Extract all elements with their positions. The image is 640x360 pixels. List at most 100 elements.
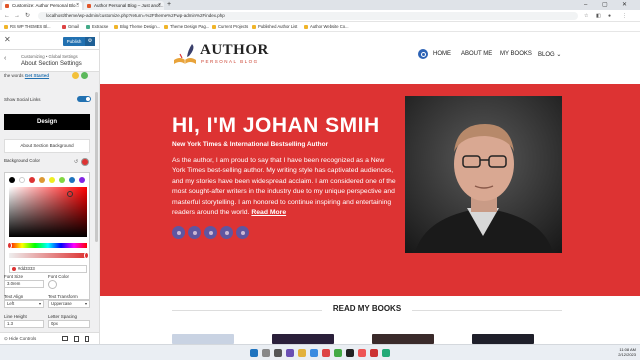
app-icon[interactable]: [370, 349, 378, 357]
bookmark-item[interactable]: Extracse: [86, 22, 108, 32]
swatch-yellow[interactable]: [49, 177, 55, 183]
search-icon[interactable]: [262, 349, 270, 357]
social-facebook-icon[interactable]: [172, 226, 185, 239]
tab-customize[interactable]: Customize: Author Personal Blo... ×: [2, 1, 82, 10]
book-cover[interactable]: [472, 334, 534, 344]
font-size-input[interactable]: 3.0rem: [4, 280, 44, 288]
task-view-icon[interactable]: [274, 349, 282, 357]
edge-icon[interactable]: [310, 349, 318, 357]
mobile-preview-icon[interactable]: [85, 336, 89, 342]
swatch-purple[interactable]: [79, 177, 85, 183]
background-color-label: Background Color: [4, 158, 41, 163]
swatch-orange[interactable]: [39, 177, 45, 183]
app-icon[interactable]: [322, 349, 330, 357]
emoji-icon: [72, 72, 79, 79]
bookmark-item[interactable]: Current Projects: [212, 22, 248, 32]
book-cover[interactable]: [372, 334, 434, 344]
back-arrow-icon[interactable]: ←: [4, 11, 10, 21]
star-icon[interactable]: ☆: [584, 12, 588, 20]
saturation-field[interactable]: [9, 187, 87, 237]
saturation-handle[interactable]: [67, 191, 73, 197]
book-cover[interactable]: [172, 334, 234, 344]
book-cover[interactable]: [272, 334, 334, 344]
system-clock[interactable]: 11:08 AM 2/12/2023: [602, 347, 636, 357]
chevron-down-icon: ⌄: [556, 52, 562, 58]
desktop-preview-icon[interactable]: [62, 336, 68, 341]
social-instagram-icon[interactable]: [220, 226, 233, 239]
swatch-red[interactable]: [29, 177, 35, 183]
text-align-select[interactable]: Left ▾: [4, 300, 44, 308]
teams-icon[interactable]: [286, 349, 294, 357]
nav-my-books[interactable]: MY BOOKS: [500, 51, 532, 57]
tablet-preview-icon[interactable]: [74, 336, 79, 342]
social-twitter-icon[interactable]: [188, 226, 201, 239]
panel-scrollbar[interactable]: [95, 92, 98, 242]
gear-icon[interactable]: ⚙: [85, 37, 95, 46]
reload-icon[interactable]: ↻: [25, 11, 30, 21]
nav-blog[interactable]: BLOG ⌄: [538, 51, 561, 58]
line-height-input[interactable]: 1.3: [4, 320, 44, 328]
chrome-icon[interactable]: [334, 349, 342, 357]
site-logo-title[interactable]: AUTHOR: [200, 42, 269, 59]
search-icon[interactable]: [418, 49, 428, 59]
new-tab-button[interactable]: +: [167, 0, 171, 10]
font-color-swatch[interactable]: [48, 280, 57, 289]
close-window-icon[interactable]: ✕: [622, 0, 627, 10]
bookmark-item[interactable]: Theme Design Pag...: [164, 22, 209, 32]
hue-slider[interactable]: [9, 243, 87, 248]
forward-arrow-icon[interactable]: →: [14, 11, 20, 21]
swatch-white[interactable]: [19, 177, 25, 183]
maximize-icon[interactable]: ▢: [602, 0, 608, 10]
bookmark-item[interactable]: Blog Theme Design...: [114, 22, 160, 32]
opacity-slider-handle[interactable]: [84, 252, 89, 259]
text-transform-select[interactable]: Uppercase ▾: [48, 300, 90, 308]
current-color-swatch[interactable]: [81, 158, 89, 166]
extensions-icon[interactable]: ◧: [596, 12, 601, 20]
about-section-background-heading: About Section Background: [4, 139, 90, 153]
bookmark-item[interactable]: Author Website Co...: [304, 22, 349, 32]
emoji-icon: [81, 72, 88, 79]
url-input[interactable]: localhost/theme/wp-admin/customize.php?r…: [38, 12, 578, 20]
opacity-slider[interactable]: [9, 253, 87, 258]
bookmark-item[interactable]: RS WP THEMES Bl...: [4, 22, 51, 32]
hero-title: HI, I'M JOHAN SMIH: [172, 114, 380, 137]
app-icon[interactable]: [382, 349, 390, 357]
social-youtube-icon[interactable]: [236, 226, 249, 239]
read-more-link[interactable]: Read More: [251, 209, 286, 216]
about-hero-section: HI, I'M JOHAN SMIH New York Times & Inte…: [100, 84, 640, 296]
app-icon[interactable]: [346, 349, 354, 357]
swatch-green[interactable]: [59, 177, 65, 183]
hex-color-input[interactable]: #dd3333: [9, 265, 87, 273]
hue-slider-handle[interactable]: [7, 242, 12, 249]
menu-dots-icon[interactable]: ⋮: [622, 12, 627, 20]
hide-controls-button[interactable]: ⊙ Hide Controls: [4, 334, 36, 344]
profile-icon[interactable]: ●: [608, 12, 611, 20]
line-height-label: Line Height: [4, 314, 27, 319]
tab-author-blog[interactable]: Author Personal Blog – Just anot... ×: [84, 1, 164, 10]
reset-icon[interactable]: ↺: [74, 159, 78, 165]
swatch-black[interactable]: [9, 177, 15, 183]
publish-button[interactable]: Publish: [63, 37, 85, 46]
back-chevron-icon[interactable]: ‹: [4, 55, 6, 62]
social-linkedin-icon[interactable]: [204, 226, 217, 239]
start-icon[interactable]: [250, 349, 258, 357]
show-social-links-label: Show Social Links: [4, 97, 41, 102]
letter-spacing-input[interactable]: 0px: [48, 320, 90, 328]
close-icon[interactable]: ✕: [4, 35, 11, 45]
text-align-label: Text Align: [4, 294, 24, 299]
close-tab-icon[interactable]: ×: [158, 1, 161, 10]
swatch-blue[interactable]: [69, 177, 75, 183]
section-title: About Section Settings: [21, 61, 82, 67]
customizer-footer: ⊙ Hide Controls: [0, 332, 99, 344]
show-social-links-toggle[interactable]: [77, 96, 91, 102]
design-button[interactable]: Design: [4, 114, 90, 130]
bookmark-item[interactable]: Published Author List: [252, 22, 297, 32]
minimize-icon[interactable]: –: [584, 0, 587, 10]
nav-home[interactable]: HOME: [433, 51, 451, 57]
site-preview: AUTHOR PERSONAL BLOG HOME ABOUT ME MY BO…: [100, 32, 640, 344]
nav-about-me[interactable]: ABOUT ME: [461, 51, 492, 57]
file-explorer-icon[interactable]: [298, 349, 306, 357]
close-tab-icon[interactable]: ×: [76, 1, 79, 10]
app-icon[interactable]: [358, 349, 366, 357]
bookmark-item[interactable]: Gmail: [62, 22, 79, 32]
